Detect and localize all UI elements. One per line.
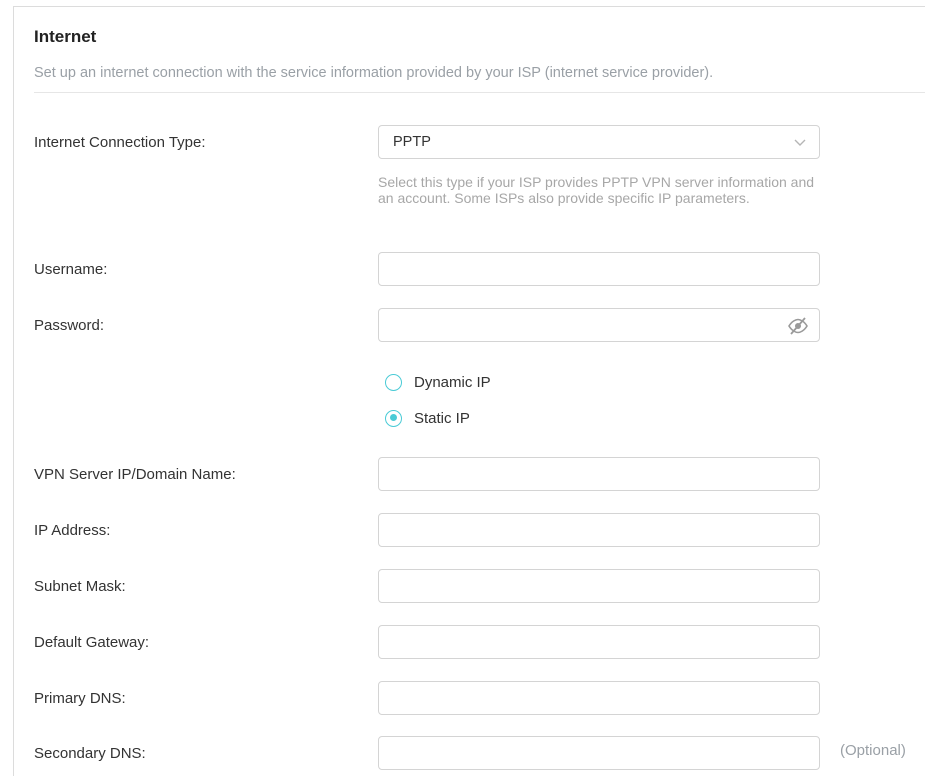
username-label: Username: bbox=[34, 261, 108, 278]
ip-address-label: IP Address: bbox=[34, 522, 111, 539]
secondary-dns-label: Secondary DNS: bbox=[34, 745, 146, 762]
radio-label-dynamic-ip: Dynamic IP bbox=[414, 373, 491, 391]
default-gateway-field[interactable] bbox=[378, 625, 820, 659]
radio-label-static-ip: Static IP bbox=[414, 409, 470, 427]
radio-button[interactable] bbox=[385, 373, 402, 391]
password-input[interactable] bbox=[379, 309, 819, 341]
primary-dns-label: Primary DNS: bbox=[34, 690, 126, 707]
section-title: Internet bbox=[34, 27, 97, 46]
radio-dynamic-ip[interactable]: Dynamic IP bbox=[385, 372, 491, 392]
default-gateway-input[interactable] bbox=[379, 626, 819, 658]
primary-dns-input[interactable] bbox=[379, 682, 819, 714]
secondary-dns-field[interactable] bbox=[378, 736, 820, 770]
username-field[interactable] bbox=[378, 252, 820, 286]
divider bbox=[34, 92, 925, 93]
vpn-server-input[interactable] bbox=[379, 458, 819, 490]
connection-type-select[interactable]: PPTP bbox=[378, 125, 820, 159]
subnet-mask-field[interactable] bbox=[378, 569, 820, 603]
chevron-down-icon bbox=[794, 139, 806, 146]
vpn-server-label: VPN Server IP/Domain Name: bbox=[34, 466, 236, 483]
radio-button-selected[interactable] bbox=[385, 409, 402, 427]
connection-type-label: Internet Connection Type: bbox=[34, 134, 206, 151]
optional-note: (Optional) bbox=[840, 742, 906, 759]
subnet-mask-label: Subnet Mask: bbox=[34, 578, 126, 595]
eye-off-icon[interactable] bbox=[787, 316, 809, 336]
ip-address-input[interactable] bbox=[379, 514, 819, 546]
section-description: Set up an internet connection with the s… bbox=[34, 65, 714, 81]
username-input[interactable] bbox=[379, 253, 819, 285]
vpn-server-field[interactable] bbox=[378, 457, 820, 491]
connection-type-hint: Select this type if your ISP provides PP… bbox=[378, 174, 815, 206]
subnet-mask-input[interactable] bbox=[379, 570, 819, 602]
password-label: Password: bbox=[34, 317, 105, 334]
secondary-dns-input[interactable] bbox=[379, 737, 819, 769]
connection-type-value: PPTP bbox=[393, 134, 431, 150]
password-field[interactable] bbox=[378, 308, 820, 342]
primary-dns-field[interactable] bbox=[378, 681, 820, 715]
default-gateway-label: Default Gateway: bbox=[34, 634, 150, 651]
radio-dot bbox=[389, 414, 397, 421]
radio-static-ip[interactable]: Static IP bbox=[385, 408, 470, 428]
ip-address-field[interactable] bbox=[378, 513, 820, 547]
